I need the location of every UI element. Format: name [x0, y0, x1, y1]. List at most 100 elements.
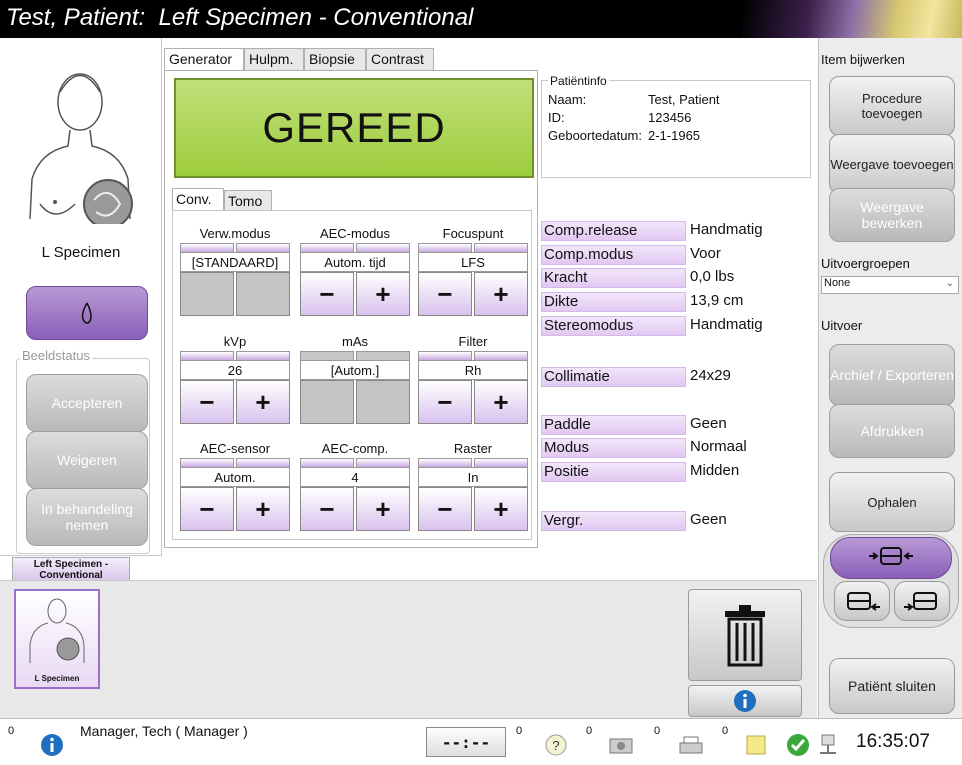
- paddle-right-button[interactable]: [894, 581, 950, 621]
- thumbnail-body-icon: [29, 598, 85, 663]
- mas-disabled: [300, 380, 354, 424]
- aec-modus-tab[interactable]: [300, 243, 354, 252]
- paddle-shift-group: [823, 534, 959, 628]
- info-icon[interactable]: [40, 733, 64, 757]
- print-count: 0: [654, 725, 661, 737]
- aec-comp-plus-button[interactable]: +: [356, 487, 410, 531]
- title-banner-image: [742, 0, 962, 38]
- info-key: Vergr.: [541, 511, 686, 531]
- focuspunt-tab-2[interactable]: [474, 243, 528, 252]
- filter-tab-2[interactable]: [474, 351, 528, 360]
- kvp-control: 26 − +: [180, 351, 290, 441]
- aec-modus-control: Autom. tijd − +: [300, 243, 410, 333]
- info-key: Paddle: [541, 415, 686, 435]
- aec-modus-minus-button[interactable]: −: [300, 272, 354, 316]
- aec-comp-minus-button[interactable]: −: [300, 487, 354, 531]
- filter-label: Filter: [458, 334, 488, 349]
- info-key: Comp.release: [541, 221, 686, 241]
- edit-view-button[interactable]: Weergave bewerken: [829, 188, 955, 242]
- info-value: Midden: [690, 462, 740, 479]
- focuspunt-minus-button[interactable]: −: [418, 272, 472, 316]
- focuspunt-control: LFS − +: [418, 243, 528, 333]
- help-icon[interactable]: ?: [544, 733, 568, 757]
- pending-button[interactable]: In behandeling nemen: [26, 488, 148, 546]
- aec-sensor-control: Autom. − +: [180, 458, 290, 548]
- thumbnail-l-specimen[interactable]: L Specimen: [14, 589, 100, 689]
- kvp-value: 26: [180, 360, 290, 380]
- aec-comp-value: 4: [300, 467, 410, 487]
- focuspunt-tab[interactable]: [418, 243, 472, 252]
- filter-value: Rh: [418, 360, 528, 380]
- add-view-button[interactable]: Weergave toevoegen: [829, 134, 955, 194]
- raster-tab[interactable]: [418, 458, 472, 467]
- archive-export-button[interactable]: Archief / Exporteren: [829, 344, 955, 406]
- subtab-tomo[interactable]: Tomo: [224, 190, 272, 210]
- output-groups-select[interactable]: None ⌄: [821, 276, 959, 294]
- chevron-down-icon: ⌄: [945, 278, 954, 289]
- info-key: Kracht: [541, 268, 686, 288]
- aec-sensor-minus-button[interactable]: −: [180, 487, 234, 531]
- info-value: 24x29: [690, 367, 731, 384]
- info-button[interactable]: [688, 685, 802, 717]
- kvp-tab[interactable]: [180, 351, 234, 360]
- note-icon[interactable]: [744, 733, 768, 757]
- image-transfer-icon[interactable]: [606, 733, 636, 757]
- filter-control: Rh − +: [418, 351, 528, 441]
- focuspunt-label: Focuspunt: [442, 226, 504, 241]
- filter-minus-button[interactable]: −: [418, 380, 472, 424]
- aec-modus-tab-2[interactable]: [356, 243, 410, 252]
- filter-tab[interactable]: [418, 351, 472, 360]
- kvp-plus-button[interactable]: +: [236, 380, 290, 424]
- ready-status-display: GEREED: [174, 78, 534, 178]
- patient-name-value: Test, Patient: [648, 92, 720, 107]
- info-key: Modus: [541, 438, 686, 458]
- tab-hulpm[interactable]: Hulpm.: [244, 48, 304, 70]
- raster-minus-button[interactable]: −: [418, 487, 472, 531]
- info-row-stereomodus: Stereomodus Handmatig: [541, 316, 791, 336]
- flush-button[interactable]: [26, 286, 148, 340]
- delete-button[interactable]: [688, 589, 802, 681]
- patient-dob-label: Geboortedatum:: [548, 128, 642, 143]
- info-value: Geen: [690, 415, 727, 432]
- aec-sensor-plus-button[interactable]: +: [236, 487, 290, 531]
- verw-modus-disabled-2: [236, 272, 290, 316]
- tab-contrast[interactable]: Contrast: [366, 48, 434, 70]
- add-procedure-button[interactable]: Procedure toevoegen: [829, 76, 955, 136]
- accept-button[interactable]: Accepteren: [26, 374, 148, 432]
- verw-modus-value: [STANDAARD]: [180, 252, 290, 272]
- paddle-center-button[interactable]: [830, 537, 952, 579]
- info-row-positie: Positie Midden: [541, 462, 791, 482]
- print-button[interactable]: Afdrukken: [829, 404, 955, 458]
- printer-icon[interactable]: [676, 733, 706, 757]
- aec-sensor-tab[interactable]: [180, 458, 234, 467]
- verw-modus-disabled: [180, 272, 234, 316]
- procedure-tab[interactable]: Left Specimen - Conventional: [12, 557, 130, 581]
- close-patient-button[interactable]: Patiënt sluiten: [829, 658, 955, 714]
- tab-biopsie[interactable]: Biopsie: [304, 48, 366, 70]
- tab-generator[interactable]: Generator: [164, 48, 244, 70]
- info-row-kracht: Kracht 0,0 lbs: [541, 268, 791, 288]
- kvp-minus-button[interactable]: −: [180, 380, 234, 424]
- aec-sensor-label: AEC-sensor: [199, 441, 271, 456]
- network-icon[interactable]: [816, 733, 840, 757]
- filter-plus-button[interactable]: +: [474, 380, 528, 424]
- check-status-icon[interactable]: [786, 733, 810, 757]
- info-key: Collimatie: [541, 367, 686, 387]
- aec-comp-tab[interactable]: [300, 458, 354, 467]
- subtab-conv[interactable]: Conv.: [172, 188, 224, 210]
- aec-comp-tab-2[interactable]: [356, 458, 410, 467]
- aec-modus-plus-button[interactable]: +: [356, 272, 410, 316]
- raster-plus-button[interactable]: +: [474, 487, 528, 531]
- verw-modus-up[interactable]: [180, 243, 234, 252]
- reject-button[interactable]: Weigeren: [26, 431, 148, 489]
- aec-comp-label: AEC-comp.: [321, 441, 389, 456]
- raster-tab-2[interactable]: [474, 458, 528, 467]
- message-count: 0: [8, 725, 15, 737]
- fetch-button[interactable]: Ophalen: [829, 472, 955, 532]
- kvp-tab-2[interactable]: [236, 351, 290, 360]
- verw-modus-up-2[interactable]: [236, 243, 290, 252]
- aec-modus-value: Autom. tijd: [300, 252, 410, 272]
- focuspunt-plus-button[interactable]: +: [474, 272, 528, 316]
- paddle-left-button[interactable]: [834, 581, 890, 621]
- aec-sensor-tab-2[interactable]: [236, 458, 290, 467]
